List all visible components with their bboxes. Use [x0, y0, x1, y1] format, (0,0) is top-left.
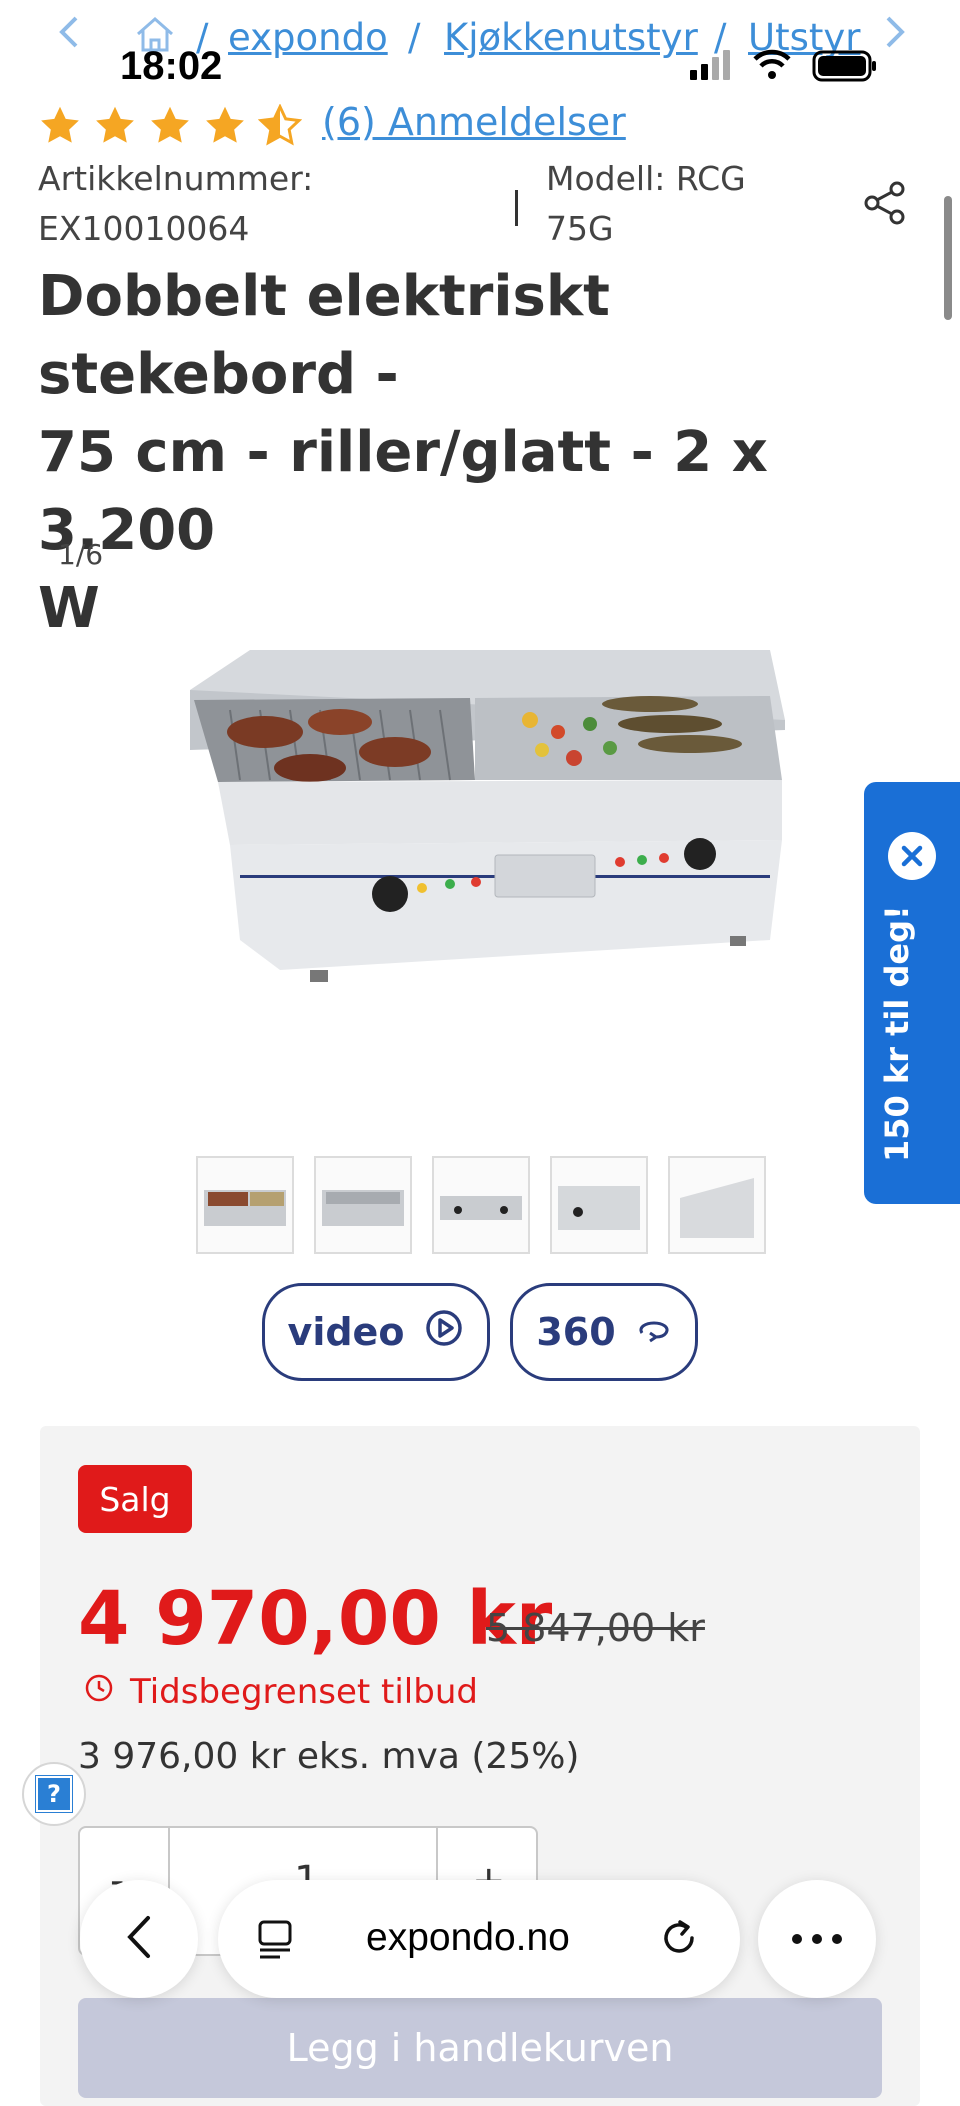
browser-more-button[interactable] [758, 1880, 876, 1998]
star-icon [206, 106, 245, 143]
limited-offer-text: Tidsbegrenset tilbud [130, 1672, 478, 1712]
promo-text: 150 kr til deg! [878, 905, 916, 1162]
sale-badge: Salg [78, 1465, 192, 1533]
breadcrumb-separator: / [408, 16, 421, 59]
help-button[interactable]: ? [22, 1762, 86, 1826]
model-label: Modell: RCG [546, 159, 746, 198]
browser-url: expondo.no [366, 1916, 570, 1959]
star-icon [151, 106, 190, 143]
video-button[interactable]: video [262, 1283, 490, 1381]
more-icon [791, 1930, 843, 1949]
thumbnail[interactable] [668, 1156, 766, 1254]
product-title-line: 75 cm - riller/glatt - 2 x 3.200 [38, 420, 768, 563]
rating-stars [38, 104, 308, 148]
price: 4 970,00 kr [78, 1576, 553, 1662]
old-price: 5 847,00 kr [486, 1606, 705, 1650]
close-icon[interactable] [888, 832, 936, 880]
thumbnail[interactable] [550, 1156, 648, 1254]
product-title-line: Dobbelt elektriskt stekebord - [38, 264, 610, 407]
price-ex-vat: 3 976,00 kr eks. mva (25%) [78, 1736, 580, 1777]
breadcrumb-item-kjokkenutstyr[interactable]: Kjøkkenutstyr [444, 16, 698, 59]
product-title-line: W [38, 576, 100, 641]
star-half-icon [258, 104, 303, 146]
thumbnail[interactable] [432, 1156, 530, 1254]
add-to-cart-button[interactable]: Legg i handlekurven [78, 1998, 882, 2098]
star-icon [96, 106, 134, 143]
add-to-cart-label: Legg i handlekurven [286, 2026, 674, 2070]
browser-address-bar[interactable]: expondo.no [218, 1880, 740, 1998]
chevron-right-icon[interactable] [880, 12, 910, 61]
breadcrumb-item-expondo[interactable]: expondo [228, 16, 388, 59]
page-scrollbar[interactable] [944, 196, 952, 320]
spin-360-label: 360 [536, 1310, 616, 1354]
product-image[interactable] [170, 640, 800, 1010]
status-time: 18:02 [120, 44, 223, 88]
reader-icon[interactable] [256, 1918, 298, 1964]
spin-360-button[interactable]: 360 [510, 1283, 698, 1381]
battery-icon [812, 50, 878, 86]
model-value: 75G [546, 209, 614, 248]
star-icon [41, 106, 79, 143]
reviews-link[interactable]: (6) Anmeldelser [322, 100, 626, 144]
chevron-left-icon [124, 1914, 154, 1964]
browser-back-button[interactable] [80, 1880, 198, 1998]
cellular-signal-icon [690, 50, 734, 84]
promo-side-tab[interactable]: 150 kr til deg! [864, 782, 960, 1204]
article-number-label: Artikkelnummer: [38, 159, 314, 198]
article-number-value: EX10010064 [38, 209, 250, 248]
image-counter: 1/6 [58, 538, 104, 571]
rotate-360-icon [636, 1310, 672, 1354]
reload-icon[interactable] [658, 1916, 702, 1964]
clock-icon [84, 1672, 114, 1712]
share-icon[interactable] [862, 180, 908, 226]
help-icon: ? [36, 1776, 72, 1812]
product-title: Dobbelt elektriskt stekebord - 75 cm - r… [38, 258, 928, 648]
wifi-icon [752, 48, 792, 84]
meta-divider [515, 190, 518, 226]
video-button-label: video [287, 1310, 405, 1354]
chevron-left-icon[interactable] [54, 12, 84, 61]
play-circle-icon [424, 1308, 464, 1357]
limited-offer: Tidsbegrenset tilbud [84, 1672, 478, 1712]
thumbnail[interactable] [314, 1156, 412, 1254]
thumbnail[interactable] [196, 1156, 294, 1254]
